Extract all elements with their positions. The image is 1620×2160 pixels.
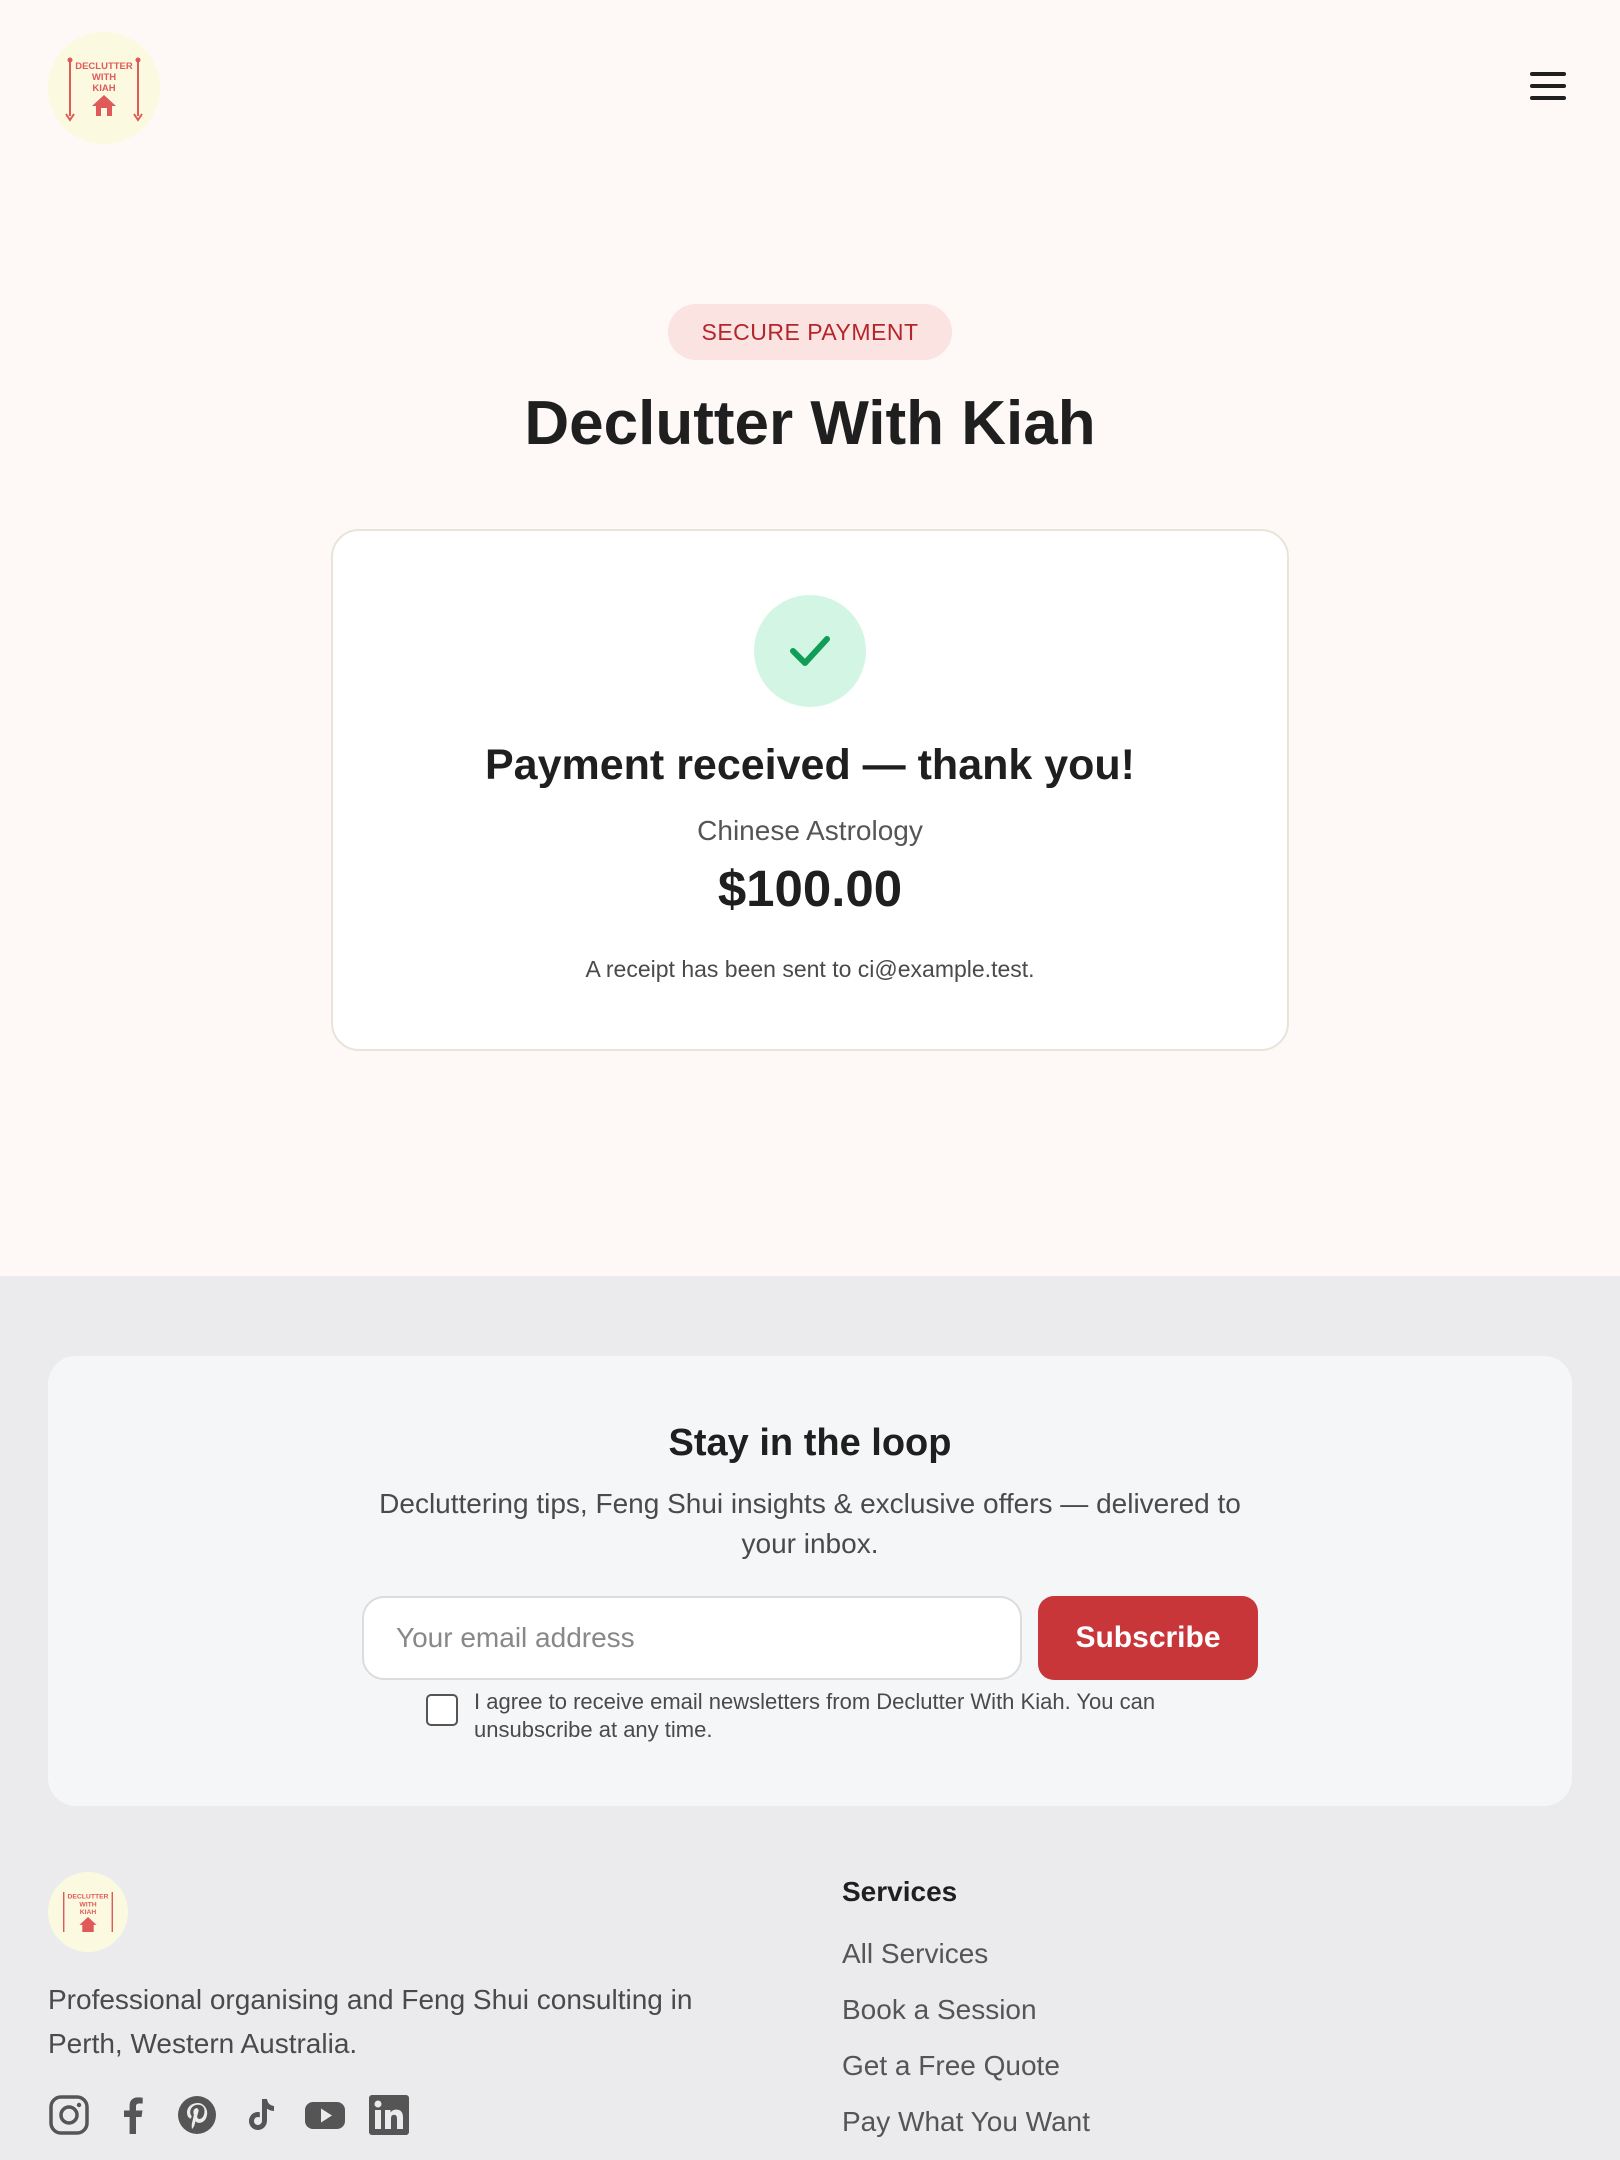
instagram-icon[interactable]: [48, 2094, 90, 2136]
pinterest-icon[interactable]: [176, 2094, 218, 2136]
site-logo[interactable]: DECLUTTER WITH KIAH: [48, 32, 160, 144]
consent-label: I agree to receive email newsletters fro…: [474, 1689, 1156, 1742]
footer-link-all-services[interactable]: All Services: [842, 1934, 1090, 1990]
newsletter-title: Stay in the loop: [668, 1422, 952, 1464]
svg-text:WITH: WITH: [79, 1901, 96, 1908]
youtube-icon[interactable]: [304, 2094, 346, 2136]
site-header: DECLUTTER WITH KIAH: [0, 0, 1620, 175]
hamburger-menu-icon[interactable]: [1524, 66, 1572, 106]
footer-link-pay-what-you-want[interactable]: Pay What You Want: [842, 2102, 1090, 2158]
subscribe-button[interactable]: Subscribe: [1038, 1596, 1258, 1680]
confirmation-title: Payment received — thank you!: [485, 741, 1135, 789]
footer-link-book-session[interactable]: Book a Session: [842, 1990, 1090, 2046]
consent-checkbox[interactable]: [426, 1694, 458, 1726]
service-name: Chinese Astrology: [697, 815, 923, 846]
newsletter-panel: Stay in the loop Decluttering tips, Feng…: [48, 1356, 1572, 1806]
footer-link-free-quote[interactable]: Get a Free Quote: [842, 2046, 1090, 2102]
secure-payment-badge: SECURE PAYMENT: [668, 304, 952, 360]
linkedin-icon[interactable]: [368, 2094, 410, 2136]
svg-text:KIAH: KIAH: [80, 1909, 97, 1916]
footer-services-list: All Services Book a Session Get a Free Q…: [842, 1934, 1090, 2158]
site-footer: Stay in the loop Decluttering tips, Feng…: [0, 1276, 1620, 2160]
success-check-icon: [754, 595, 866, 707]
email-input[interactable]: Your email address: [362, 1596, 1022, 1680]
svg-text:WITH: WITH: [92, 72, 116, 83]
footer-services-heading: Services: [842, 1876, 958, 1907]
page-title: Declutter With Kiah: [524, 389, 1096, 458]
footer-logo[interactable]: DECLUTTER WITH KIAH: [48, 1872, 128, 1952]
svg-text:DECLUTTER: DECLUTTER: [75, 61, 133, 72]
tiktok-icon[interactable]: [240, 2094, 282, 2136]
payment-amount: $100.00: [717, 860, 903, 917]
svg-text:KIAH: KIAH: [92, 83, 115, 94]
newsletter-description: Decluttering tips, Feng Shui insights & …: [379, 1488, 1241, 1559]
receipt-note: A receipt has been sent to ci@example.te…: [585, 956, 1035, 982]
facebook-icon[interactable]: [112, 2094, 154, 2136]
footer-about: Professional organising and Feng Shui co…: [48, 1984, 693, 2059]
payment-confirmation-card: Payment received — thank you! Chinese As…: [331, 529, 1289, 1051]
social-links: [48, 2094, 410, 2136]
svg-text:DECLUTTER: DECLUTTER: [68, 1893, 109, 1900]
